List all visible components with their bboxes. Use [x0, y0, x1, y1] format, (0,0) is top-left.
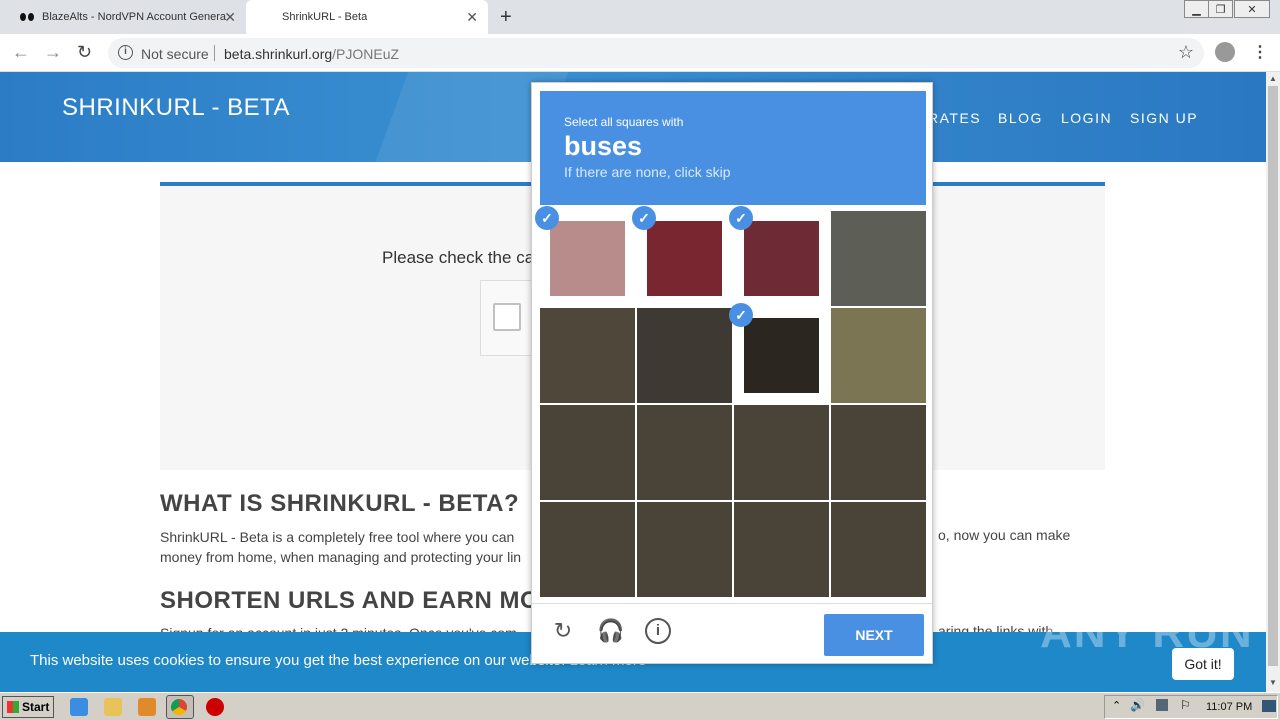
captcha-tile[interactable]: ✓ [729, 303, 829, 403]
omnibox[interactable]: i Not secure beta.shrinkurl.org/PJONEuZ … [108, 38, 1204, 68]
windows-taskbar: Start ⌃ 🔊 ⚐ 11:07 PM [0, 692, 1280, 720]
info-icon[interactable]: i [645, 618, 671, 644]
tile-image [550, 221, 625, 296]
heading-shorten: SHORTEN URLS AND EARN MO [160, 587, 540, 614]
back-icon[interactable]: ← [12, 42, 30, 63]
captcha-tile[interactable] [540, 308, 635, 403]
watermark: ANY RUN [1040, 608, 1254, 657]
captcha-tile[interactable] [734, 405, 829, 500]
site-brand[interactable]: SHRINKURL - BETA [62, 94, 290, 122]
security-label: Not secure [141, 46, 209, 62]
bookmark-star-icon[interactable]: ☆ [1178, 42, 1194, 63]
minimize-icon[interactable]: ▁ [1184, 0, 1209, 18]
heading-what-is: WHAT IS SHRINKURL - BETA? [160, 490, 520, 517]
media-player-icon[interactable] [138, 698, 156, 716]
checkmark-icon: ✓ [729, 206, 753, 230]
divider [214, 45, 215, 61]
tray-arrow-icon[interactable]: ⌃ [1112, 699, 1121, 712]
new-tab-icon[interactable]: + [500, 6, 512, 29]
url-text[interactable]: beta.shrinkurl.org/PJONEuZ [224, 46, 399, 62]
tile-image [744, 221, 819, 296]
tab-title: BlazeAlts - NordVPN Account Genera [42, 11, 227, 23]
url-path: /PJONEuZ [332, 46, 400, 62]
nav-blog[interactable]: BLOG [998, 110, 1043, 126]
nav-signup[interactable]: SIGN UP [1130, 110, 1198, 126]
ie-icon[interactable] [70, 698, 88, 716]
captcha-target: buses [564, 131, 643, 161]
checkmark-icon: ✓ [729, 303, 753, 327]
nav-rates[interactable]: RATES [928, 110, 981, 126]
captcha-grid: ✓ ✓ ✓ ✓ [535, 206, 926, 597]
captcha-instruction: Select all squares with [564, 115, 684, 129]
captcha-tile[interactable]: ✓ [632, 206, 732, 306]
captcha-tile[interactable] [540, 502, 635, 597]
captcha-tile[interactable] [831, 308, 926, 403]
captcha-tile[interactable] [637, 308, 732, 403]
captcha-tile[interactable]: ✓ [535, 206, 635, 306]
scroll-up-icon[interactable]: ▲ [1269, 74, 1277, 83]
recaptcha-checkbox[interactable] [493, 303, 521, 331]
captcha-challenge: Select all squares with buses If there a… [531, 82, 933, 664]
clock: 11:07 PM [1206, 701, 1253, 713]
para-intro-right: o, now you can make [938, 527, 1071, 543]
captcha-tile[interactable] [540, 405, 635, 500]
tab-blazealts[interactable]: BlazeAlts - NordVPN Account Genera ✕ [10, 0, 246, 34]
explorer-icon[interactable] [104, 698, 122, 716]
captcha-tile[interactable]: ✓ [729, 206, 829, 306]
browser-tab-bar: BlazeAlts - NordVPN Account Genera ✕ Shr… [0, 0, 1280, 34]
start-button[interactable]: Start [2, 696, 54, 718]
captcha-tile[interactable] [831, 405, 926, 500]
reload-icon[interactable]: ↻ [550, 618, 576, 644]
flag-icon[interactable]: ⚐ [1180, 698, 1191, 712]
scroll-down-icon[interactable]: ▼ [1269, 678, 1277, 687]
tile-image [647, 221, 722, 296]
captcha-hint: If there are none, click skip [564, 164, 731, 180]
close-icon[interactable]: ✕ [224, 9, 236, 26]
volume-icon[interactable]: 🔊 [1130, 698, 1145, 712]
opera-icon[interactable] [206, 698, 224, 716]
menu-icon[interactable]: ⋮ [1252, 42, 1268, 62]
nav-login[interactable]: LOGIN [1061, 110, 1112, 126]
captcha-tile[interactable] [734, 502, 829, 597]
info-icon[interactable]: i [118, 45, 133, 60]
start-label: Start [22, 700, 50, 714]
tab-title: ShrinkURL - Beta [282, 11, 368, 23]
audio-icon[interactable]: 🎧 [597, 618, 624, 644]
windows-logo-icon [7, 701, 19, 713]
address-bar: ← → ↻ i Not secure beta.shrinkurl.org/PJ… [0, 34, 1280, 72]
scroll-thumb[interactable] [1268, 86, 1278, 666]
url-host: beta.shrinkurl.org [224, 46, 333, 62]
captcha-footer: ↻ 🎧 i NEXT [532, 603, 932, 663]
desktop-icon[interactable] [1262, 700, 1276, 712]
profile-avatar[interactable] [1215, 42, 1235, 62]
vertical-scrollbar[interactable]: ▲ ▼ [1266, 72, 1280, 692]
bowtie-icon [20, 13, 34, 21]
network-icon[interactable] [1156, 699, 1168, 711]
tab-shrinkurl[interactable]: ShrinkURL - Beta ✕ [246, 0, 488, 34]
close-window-icon[interactable]: ✕ [1234, 0, 1270, 18]
check-prompt: Please check the ca [382, 248, 535, 267]
captcha-header: Select all squares with buses If there a… [540, 91, 926, 205]
captcha-tile[interactable] [831, 502, 926, 597]
captcha-tile[interactable] [637, 502, 732, 597]
close-icon[interactable]: ✕ [466, 9, 478, 26]
restore-icon[interactable]: ❐ [1208, 0, 1233, 18]
captcha-tile[interactable] [831, 211, 926, 306]
checkmark-icon: ✓ [535, 206, 559, 230]
checkmark-icon: ✓ [632, 206, 656, 230]
reload-icon[interactable]: ↻ [77, 42, 92, 63]
captcha-tile[interactable] [637, 405, 732, 500]
chrome-icon [171, 699, 187, 715]
tile-image [744, 318, 819, 393]
forward-icon[interactable]: → [44, 42, 62, 63]
cookie-message: This website uses cookies to ensure you … [30, 652, 566, 669]
next-button[interactable]: NEXT [824, 614, 924, 656]
